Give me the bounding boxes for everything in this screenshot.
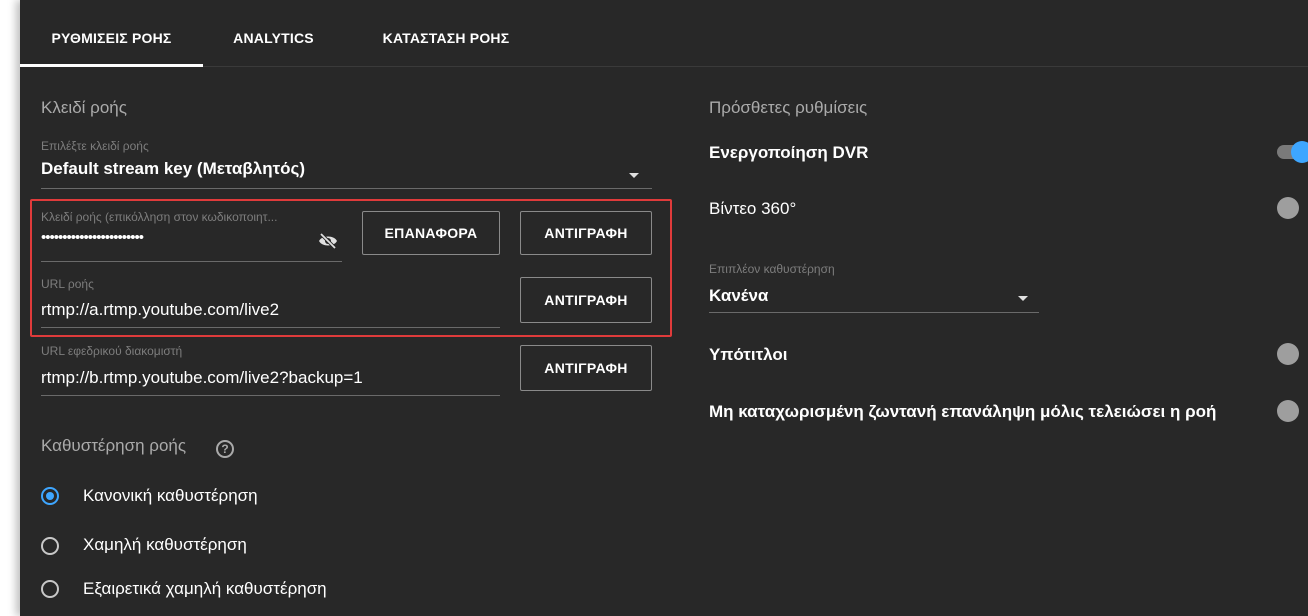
radio-normal-latency[interactable] — [41, 487, 59, 505]
tab-bar: ΡΥΘΜΙΣΕΙΣ ΡΟΗΣ ANALYTICS ΚΑΤΑΣΤΑΣΗ ΡΟΗΣ — [20, 0, 1308, 67]
tab-stream-settings-label: ΡΥΘΜΙΣΕΙΣ ΡΟΗΣ — [51, 30, 172, 46]
latency-title: Καθυστέρηση ροής — [41, 436, 187, 455]
extra-delay-underline — [709, 312, 1039, 313]
unlisted-replay-label: Μη καταχωρισμένη ζωντανή επανάληψη μόλις… — [709, 402, 1217, 421]
tab-analytics-label: ANALYTICS — [233, 30, 314, 46]
tab-stream-health-label: ΚΑΤΑΣΤΑΣΗ ΡΟΗΣ — [382, 30, 510, 46]
chevron-down-icon — [629, 173, 639, 178]
tab-analytics[interactable]: ANALYTICS — [212, 0, 335, 66]
video360-toggle[interactable] — [1277, 197, 1299, 219]
select-underline — [41, 188, 652, 189]
radio-low-latency-label: Χαμηλή καθυστέρηση — [83, 535, 247, 554]
select-stream-key-label: Επιλέξτε κλειδί ροής — [41, 139, 149, 153]
extra-delay-label: Επιπλέον καθυστέρηση — [709, 262, 835, 276]
backup-url-label: URL εφεδρικού διακομιστή — [41, 344, 183, 358]
highlight-box — [30, 199, 672, 337]
help-icon[interactable]: ? — [216, 440, 234, 458]
tab-stream-settings[interactable]: ΡΥΘΜΙΣΕΙΣ ΡΟΗΣ — [20, 0, 203, 67]
radio-normal-latency-label: Κανονική καθυστέρηση — [83, 486, 258, 505]
radio-ultra-low-latency[interactable] — [41, 580, 59, 598]
chevron-down-icon — [1018, 296, 1028, 301]
select-stream-key-value: Default stream key (Μεταβλητός) — [41, 159, 306, 178]
stream-key-title: Κλειδί ροής — [41, 98, 127, 117]
subtitles-toggle[interactable] — [1277, 343, 1299, 365]
dvr-label: Ενεργοποίηση DVR — [709, 143, 869, 162]
radio-ultra-low-latency-label: Εξαιρετικά χαμηλή καθυστέρηση — [83, 579, 327, 598]
backup-url-underline — [41, 395, 500, 396]
subtitles-label: Υπότιτλοι — [709, 345, 788, 364]
stream-settings-panel: ΡΥΘΜΙΣΕΙΣ ΡΟΗΣ ANALYTICS ΚΑΤΑΣΤΑΣΗ ΡΟΗΣ … — [20, 0, 1308, 616]
unlisted-replay-toggle[interactable] — [1277, 400, 1299, 422]
extra-delay-value: Κανένα — [709, 286, 769, 305]
copy-backup-url-button[interactable]: ΑΝΤΙΓΡΑΦΗ — [520, 345, 652, 391]
tab-stream-health[interactable]: ΚΑΤΑΣΤΑΣΗ ΡΟΗΣ — [356, 0, 536, 66]
backup-url-input[interactable]: rtmp://b.rtmp.youtube.com/live2?backup=1 — [41, 368, 363, 388]
radio-low-latency[interactable] — [41, 537, 59, 555]
video360-label: Βίντεο 360° — [709, 199, 797, 218]
dvr-toggle-knob — [1291, 141, 1308, 163]
additional-settings-title: Πρόσθετες ρυθμίσεις — [709, 98, 868, 117]
